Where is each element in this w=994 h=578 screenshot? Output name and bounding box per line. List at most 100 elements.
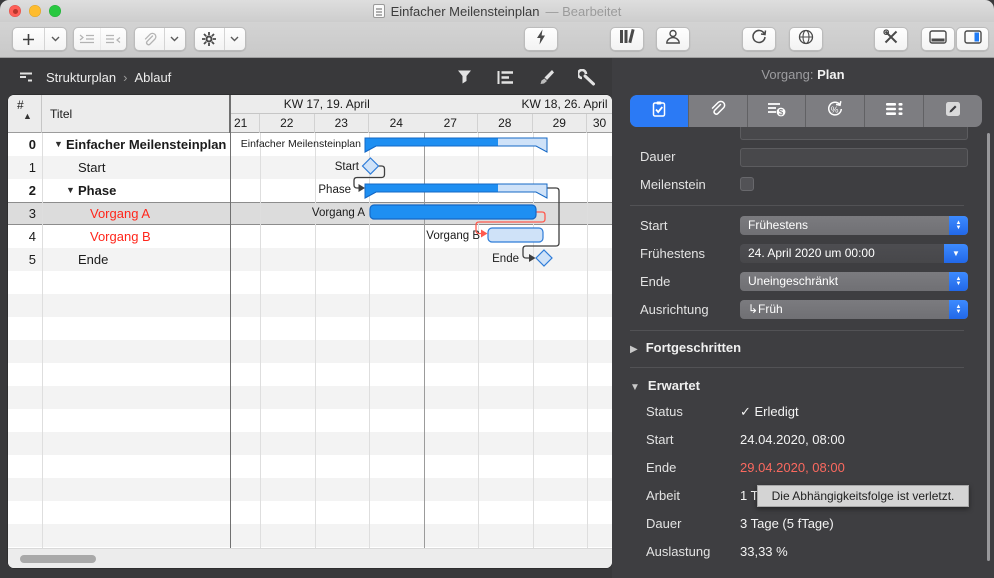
disclosure-expanded-icon[interactable]: ▼ [630, 382, 640, 393]
vertical-scrollbar-thumb[interactable] [987, 133, 990, 561]
disclosure-triangle-icon[interactable]: ▼ [66, 179, 75, 202]
column-header-title[interactable]: Titel [42, 95, 230, 133]
toggle-bottom-panel-button[interactable] [921, 27, 955, 51]
ende-constraint-popup[interactable]: Uneingeschränkt ▲▼ [740, 272, 968, 291]
gantt-svg [230, 133, 612, 548]
tab-attachments[interactable] [688, 95, 747, 127]
zoom-button[interactable] [49, 5, 61, 17]
day-header: 29 [533, 114, 588, 133]
tab-finances[interactable]: $ [747, 95, 806, 127]
tools-icon [883, 29, 899, 50]
tools-button[interactable] [874, 27, 908, 51]
section-erwartet[interactable]: ▼Erwartet [630, 378, 700, 393]
table-row[interactable]: 2 ▼ Phase [8, 179, 230, 202]
toggle-right-panel-button[interactable] [956, 27, 989, 51]
arbeit-input-partial[interactable] [740, 127, 968, 140]
network-button[interactable] [789, 27, 823, 51]
table-row[interactable]: 5 Ende [8, 248, 230, 271]
paperclip-icon[interactable] [135, 28, 164, 50]
chevron-down-icon[interactable] [164, 28, 185, 50]
main-pane: # ▲ Titel KW 17, 19. April KW 18, 26. Ap… [8, 95, 612, 568]
breadcrumb-item-strukturplan[interactable]: Strukturplan [46, 70, 116, 85]
column-header-number[interactable]: # ▲ [8, 95, 42, 133]
erwartet-ende-label: Ende [646, 460, 676, 475]
row-number: 0 [8, 133, 36, 156]
table-header: # ▲ Titel KW 17, 19. April KW 18, 26. Ap… [8, 95, 612, 133]
library-button[interactable] [610, 27, 644, 51]
outline-style-icon[interactable] [494, 66, 516, 88]
table-row[interactable]: 4 Vorgang B [8, 225, 230, 248]
horizontal-scrollbar-thumb[interactable] [20, 555, 96, 563]
settings-button-group [194, 27, 246, 51]
inspector-panel: Vorgang: Plan $ % Dauer Mei [612, 58, 994, 578]
popup-stepper-icon[interactable]: ▲▼ [949, 216, 968, 235]
row-title[interactable]: Vorgang B [90, 225, 151, 248]
table-row[interactable]: 1 Start [8, 156, 230, 179]
link-phase-to-ende[interactable] [523, 188, 559, 258]
table-row-selected[interactable]: 3 Vorgang A [8, 202, 230, 225]
table-row[interactable]: 0 ▼ Einfacher Meilensteinplan [8, 133, 230, 156]
table-gantt-divider[interactable] [230, 95, 231, 568]
erwartet-start-value: 24.04.2020, 08:00 [740, 432, 845, 447]
meilenstein-label: Meilenstein [640, 177, 706, 192]
popup-stepper-icon[interactable]: ▲▼ [949, 300, 968, 319]
combo-chevron-down-icon[interactable]: ▼ [944, 244, 968, 263]
plus-icon[interactable] [13, 28, 44, 50]
inspector-title: Vorgang: Plan [612, 67, 994, 82]
task-bar-vorgang-b[interactable] [488, 228, 543, 242]
panel-bottom-icon [929, 30, 947, 49]
dauer-input[interactable] [740, 148, 968, 167]
ausrichtung-popup[interactable]: ↳Früh ▲▼ [740, 300, 968, 319]
milestone-start[interactable] [363, 158, 379, 174]
row-title[interactable]: Start [78, 156, 105, 179]
erwartet-ende-value: 29.04.2020, 08:00 [740, 460, 845, 475]
popup-stepper-icon[interactable]: ▲▼ [949, 272, 968, 291]
outdent-icon[interactable] [100, 28, 126, 50]
row-number: 3 [8, 202, 36, 225]
row-title[interactable]: Einfacher Meilensteinplan [66, 133, 226, 156]
tab-columns[interactable] [864, 95, 923, 127]
disclosure-triangle-icon[interactable]: ▼ [54, 133, 63, 156]
chevron-down-icon[interactable] [44, 28, 66, 50]
ausrichtung-label: Ausrichtung [640, 302, 709, 317]
filter-funnel-icon[interactable] [453, 66, 475, 88]
ende-constraint-label: Ende [640, 274, 670, 289]
sync-button[interactable] [742, 27, 776, 51]
brush-icon[interactable] [535, 66, 557, 88]
status-value: ✓ Erledigt [740, 404, 799, 420]
section-fortgeschritten[interactable]: ▶Fortgeschritten [630, 340, 741, 355]
gantt-day-header: 21 22 23 24 27 28 29 30 [230, 114, 612, 133]
divider [630, 330, 964, 331]
tab-plan[interactable] [630, 95, 688, 127]
tab-notes[interactable] [923, 95, 982, 127]
resources-button[interactable] [656, 27, 690, 51]
person-icon [665, 29, 681, 49]
wrench-icon[interactable] [576, 66, 598, 88]
fruehestens-date-combo[interactable]: 24. April 2020 um 00:00 ▼ [740, 244, 968, 263]
breadcrumb-item-ablauf[interactable]: Ablauf [134, 70, 171, 85]
arbeit-label: Arbeit [646, 488, 680, 503]
start-constraint-label: Start [640, 218, 667, 233]
gear-icon[interactable] [195, 28, 224, 50]
task-bar-vorgang-a[interactable] [370, 205, 536, 219]
fruehestens-label: Frühestens [640, 246, 705, 261]
indent-icon[interactable] [74, 28, 100, 50]
add-button-group[interactable] [12, 27, 67, 51]
start-constraint-popup[interactable]: Frühestens ▲▼ [740, 216, 968, 235]
disclosure-collapsed-icon[interactable]: ▶ [630, 344, 638, 355]
sort-ascending-icon: ▲ [23, 111, 32, 121]
row-number: 4 [8, 225, 36, 248]
row-title[interactable]: Vorgang A [90, 202, 150, 225]
milestone-ende[interactable] [536, 250, 552, 266]
svg-text:$: $ [778, 107, 783, 116]
minimize-button[interactable] [29, 5, 41, 17]
day-header: 27 [424, 114, 479, 133]
row-title[interactable]: Ende [78, 248, 108, 271]
row-title[interactable]: Phase [78, 179, 116, 202]
link-start-to-phase-arrowhead [359, 184, 366, 192]
tab-utilization[interactable]: % [805, 95, 864, 127]
meilenstein-checkbox[interactable] [740, 177, 754, 191]
chevron-down-icon[interactable] [224, 28, 245, 50]
close-button[interactable] [9, 5, 21, 17]
actions-button[interactable] [524, 27, 558, 51]
